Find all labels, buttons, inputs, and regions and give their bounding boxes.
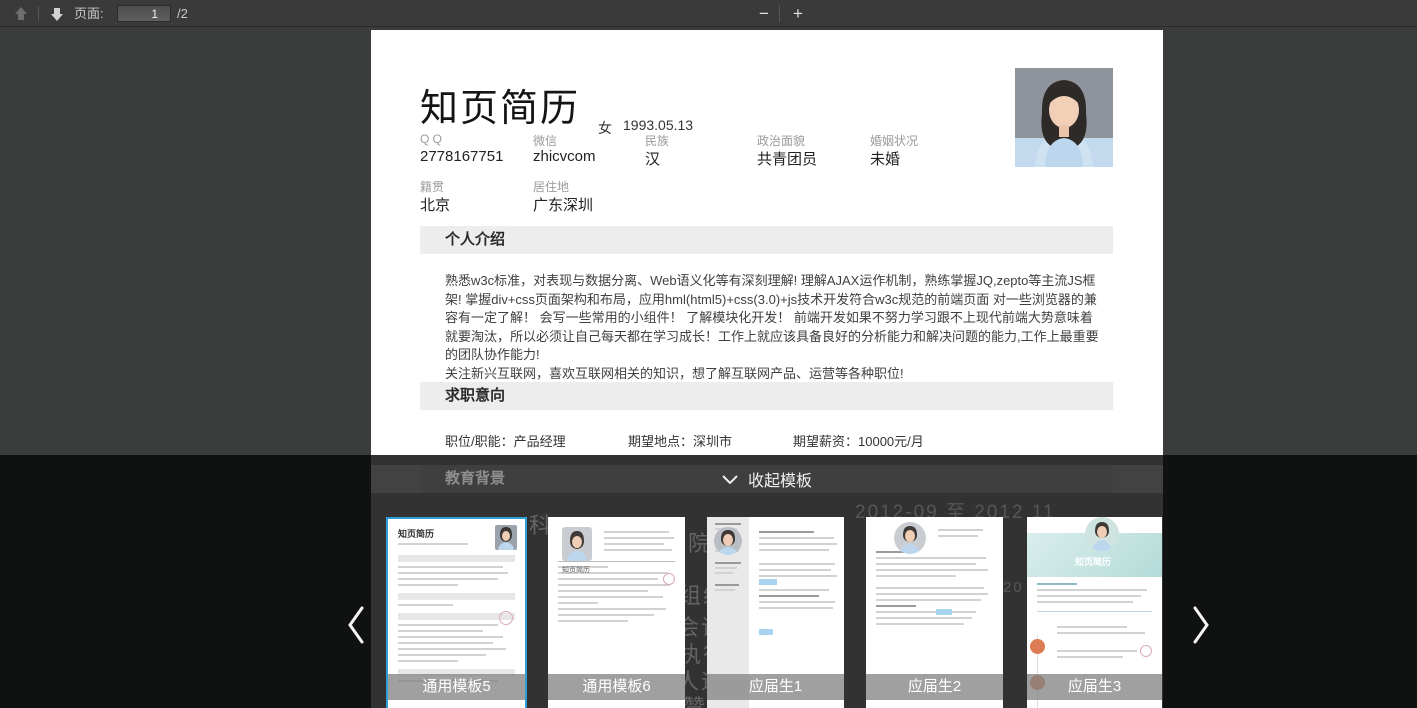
field-label: 籍贯 (420, 178, 444, 195)
mini-resume-title: 知页简历 (562, 565, 590, 575)
template-name: 应届生3 (1027, 674, 1162, 700)
previous-templates-button[interactable] (345, 605, 367, 650)
mini-timeline-dot (1030, 639, 1045, 654)
intro-paragraph: 熟悉w3c标准，对表现与数据分离、Web语义化等有深刻理解! 理解AJAX运作机… (445, 272, 1103, 383)
arrow-up-icon (13, 6, 29, 22)
mini-highlight (759, 629, 773, 635)
background-text-fragment: 赞 (683, 690, 707, 708)
resume-birthday: 1993.05.13 (623, 117, 693, 133)
job-position: 职位/职能：产品经理 (445, 431, 566, 450)
next-page-button[interactable] (44, 0, 70, 27)
template-name: 通用模板5 (388, 674, 525, 700)
template-name: 通用模板6 (548, 674, 685, 700)
next-templates-button[interactable] (1190, 605, 1212, 650)
template-name: 应届生1 (707, 674, 844, 700)
field-value: 北京 (420, 194, 450, 215)
template-card-1[interactable]: 知页简历 通用模板5 (386, 517, 527, 708)
mini-photo (894, 522, 926, 554)
zoom-out-button[interactable]: − (750, 0, 778, 27)
chevron-down-icon (722, 475, 738, 484)
template-card-2[interactable]: 知页简历 通用模板6 (548, 517, 685, 708)
mini-highlight (936, 609, 952, 615)
chevron-left-icon (345, 605, 367, 645)
section-title: 个人介绍 (445, 226, 1113, 254)
field-label: 政治面貌 (757, 132, 805, 149)
field-value: 共青团员 (757, 148, 817, 169)
field-label: 民族 (645, 132, 669, 149)
field-label: 居住地 (533, 178, 569, 195)
background-text-fragment: 20 (1003, 579, 1024, 596)
previous-page-button[interactable] (8, 0, 34, 27)
template-card-5[interactable]: 知页简历 应届生3 (1027, 517, 1162, 708)
toolbar-divider (38, 6, 39, 21)
mini-resume-title: 知页简历 (1075, 555, 1111, 568)
template-card-3[interactable]: 应届生1 (707, 517, 844, 708)
field-value: 汉 (645, 148, 660, 169)
mini-resume-title: 知页简历 (398, 527, 434, 540)
top-toolbar: 页面: /2 − + (0, 0, 1417, 27)
field-value: 广东深圳 (533, 194, 593, 215)
field-label: Q Q (420, 132, 442, 146)
collapse-templates-bar[interactable]: 教育背景 收起模板 (371, 465, 1163, 493)
page-label: 页面: (74, 0, 104, 27)
mini-seal-icon (499, 611, 513, 625)
field-value: 未婚 (870, 148, 900, 169)
profile-photo (1015, 68, 1113, 167)
resume-gender: 女 (598, 118, 612, 138)
page-total: /2 (177, 0, 188, 27)
template-name: 应届生2 (866, 674, 1003, 700)
field-value: zhicvcom (533, 148, 596, 165)
field-label: 婚姻状况 (870, 132, 918, 149)
section-title: 求职意向 (445, 382, 1113, 410)
mini-seal-icon (1140, 645, 1152, 657)
resume-name: 知页简历 (420, 77, 580, 132)
zoom-in-button[interactable]: + (784, 0, 812, 27)
page-number-input[interactable] (117, 5, 171, 22)
mini-highlight (759, 579, 777, 585)
job-location: 期望地点：深圳市 (628, 431, 732, 450)
mini-seal-icon (663, 573, 675, 585)
chevron-right-icon (1190, 605, 1212, 645)
field-value: 2778167751 (420, 148, 503, 165)
field-label: 微信 (533, 132, 557, 149)
section-header-job-intent: 求职意向 (420, 382, 1113, 410)
zoom-divider (779, 5, 780, 22)
collapse-templates-label: 收起模板 (748, 467, 812, 491)
mini-photo (495, 525, 517, 550)
arrow-down-icon (49, 6, 65, 22)
job-salary: 期望薪资：10000元/月 (793, 431, 924, 450)
section-header-intro: 个人介绍 (420, 226, 1113, 254)
mini-photo (1085, 517, 1119, 551)
mini-photo (562, 527, 592, 561)
template-card-4[interactable]: 应届生2 (866, 517, 1003, 708)
